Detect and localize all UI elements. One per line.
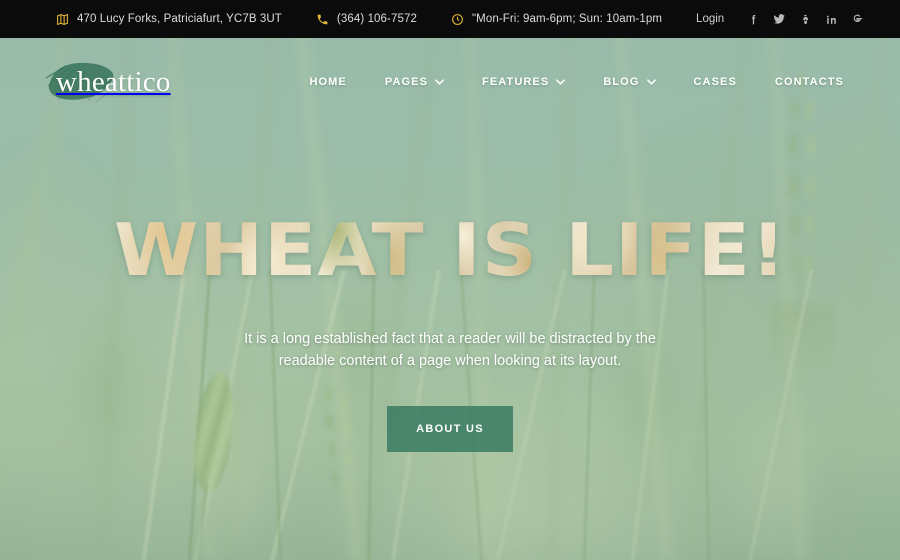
google-icon[interactable]: [844, 6, 870, 32]
map-icon: [56, 13, 69, 26]
site-header: wheattico HOME PAGES FEATURES BLOG CASES…: [0, 38, 900, 126]
hours-text: "Mon-Fri: 9am-6pm; Sun: 10am-1pm: [471, 13, 663, 25]
nav-item-cases[interactable]: CASES: [694, 68, 737, 96]
twitter-icon[interactable]: [766, 6, 792, 32]
top-links-group: Login: [696, 6, 900, 32]
nav-item-contacts[interactable]: CONTACTS: [775, 68, 844, 96]
nav-item-home[interactable]: HOME: [309, 68, 346, 96]
chevron-down-icon: [556, 79, 566, 85]
linkedin-icon[interactable]: [818, 6, 844, 32]
phone-text: (364) 106-7572: [336, 13, 417, 25]
main-navigation: HOME PAGES FEATURES BLOG CASES CONTACTS: [309, 68, 844, 96]
hero-subtitle: It is a long established fact that a rea…: [244, 331, 656, 369]
nav-label-contacts: CONTACTS: [774, 76, 844, 88]
nav-label-home: HOME: [309, 76, 347, 88]
nav-item-pages[interactable]: PAGES: [385, 68, 444, 96]
address-item: 470 Lucy Forks, Patriciafurt, YC7B 3UT: [56, 13, 282, 26]
site-logo[interactable]: wheattico: [45, 52, 171, 112]
nav-label-cases: CASES: [693, 76, 737, 88]
chevron-down-icon: [435, 79, 444, 85]
youtube-icon[interactable]: [792, 6, 818, 32]
hero-title: WHEAT IS LIFE!: [113, 208, 787, 292]
chevron-down-icon: [646, 79, 656, 85]
nav-label-blog: BLOG: [603, 76, 640, 88]
nav-item-blog[interactable]: BLOG: [603, 68, 656, 96]
top-contact-group: 470 Lucy Forks, Patriciafurt, YC7B 3UT (…: [0, 13, 696, 26]
clock-icon: [451, 13, 464, 26]
facebook-icon[interactable]: [740, 6, 766, 32]
nav-label-pages: PAGES: [384, 76, 429, 88]
landing-page: 470 Lucy Forks, Patriciafurt, YC7B 3UT (…: [0, 0, 900, 560]
logo-text: wheattico: [56, 65, 171, 98]
about-us-button[interactable]: ABOUT US: [387, 406, 513, 452]
top-info-bar: 470 Lucy Forks, Patriciafurt, YC7B 3UT (…: [0, 0, 900, 38]
phone-item: (364) 106-7572: [316, 13, 417, 26]
login-link[interactable]: Login: [696, 13, 724, 25]
address-text: 470 Lucy Forks, Patriciafurt, YC7B 3UT: [77, 13, 282, 25]
phone-icon: [316, 13, 329, 26]
nav-label-features: FEATURES: [482, 76, 550, 88]
nav-item-features[interactable]: FEATURES: [482, 68, 566, 96]
hours-item: "Mon-Fri: 9am-6pm; Sun: 10am-1pm: [451, 13, 662, 26]
